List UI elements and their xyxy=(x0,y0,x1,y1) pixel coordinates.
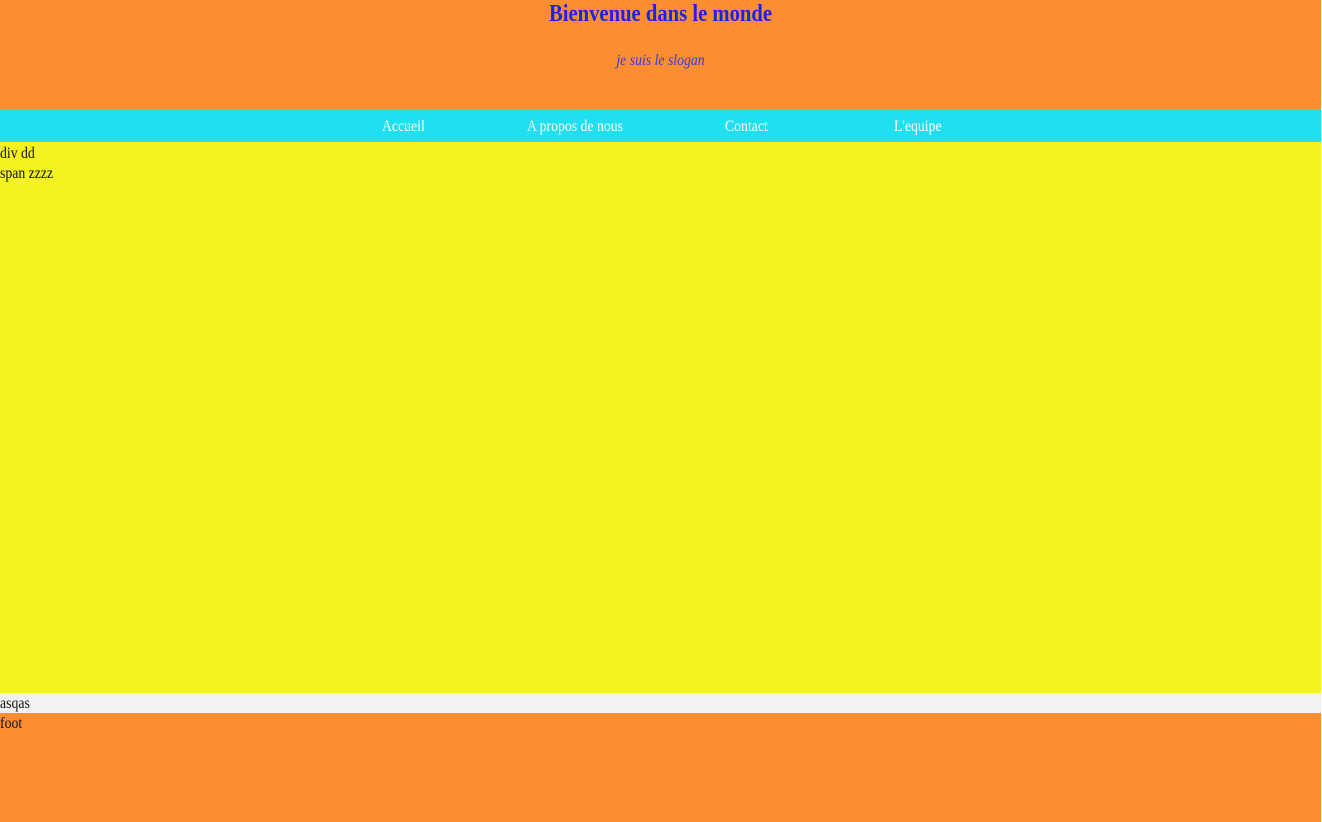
nav-link-contact[interactable]: Contact xyxy=(725,117,768,137)
site-slogan: je suis le slogan xyxy=(616,52,705,69)
asqas-strip: asqas xyxy=(0,693,1321,713)
span-text: span zzzz xyxy=(0,165,54,182)
nav-link-accueil[interactable]: Accueil xyxy=(382,117,425,137)
footer-text: foot xyxy=(0,715,23,732)
site-title: Bienvenue dans le monde xyxy=(548,1,773,27)
site-header: Bienvenue dans le monde je suis le sloga… xyxy=(0,0,1321,109)
div-text: div dd xyxy=(0,145,35,162)
page: Bienvenue dans le monde je suis le sloga… xyxy=(0,0,1322,822)
nav-link-a-propos[interactable]: A propos de nous xyxy=(527,117,623,137)
main-nav: Accueil A propos de nous Contact L'equip… xyxy=(0,109,1321,142)
main-content: div dd span zzzz xyxy=(0,142,1321,693)
strip-text: asqas xyxy=(0,695,30,712)
nav-link-equipe[interactable]: L'equipe xyxy=(894,117,942,137)
site-footer: foot xyxy=(0,713,1321,822)
